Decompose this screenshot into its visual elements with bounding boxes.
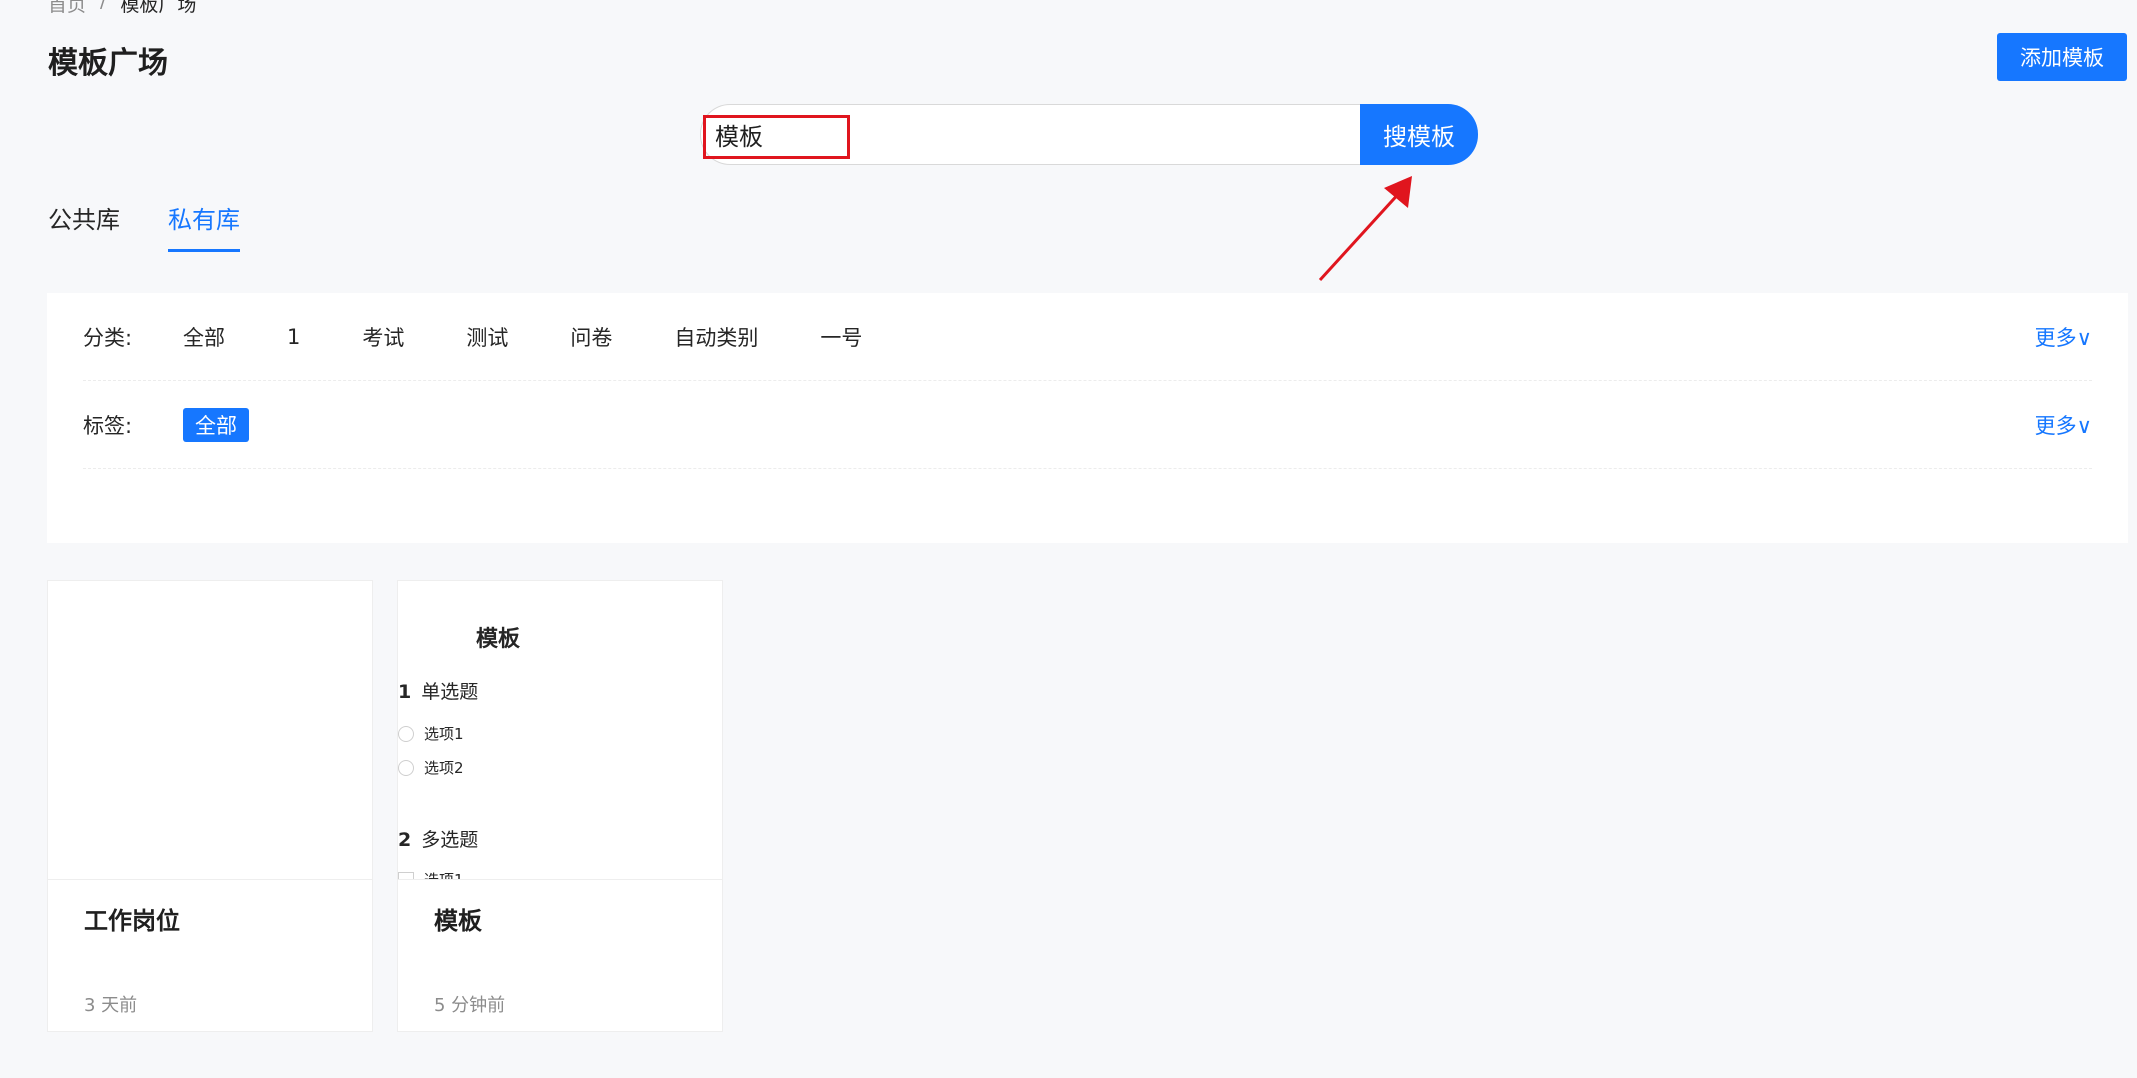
card-title: 模板: [434, 907, 482, 935]
checkbox-icon: [398, 871, 414, 879]
preview-option: 选项1: [398, 869, 464, 880]
breadcrumb-separator: /: [100, 0, 107, 12]
preview-option: 选项1: [398, 723, 464, 744]
category-item-all[interactable]: 全部: [183, 322, 225, 352]
card-preview: 模板 1 单选题 选项1 选项2 2 多选题 选项1: [398, 581, 722, 880]
template-card[interactable]: 模板 1 单选题 选项1 选项2 2 多选题 选项1 模板 5 分钟前: [397, 580, 723, 1032]
search-input[interactable]: [700, 104, 1360, 165]
category-item-exam[interactable]: 考试: [362, 322, 404, 352]
search-button[interactable]: 搜模板: [1360, 104, 1478, 165]
category-label: 分类:: [83, 325, 133, 350]
tag-filter-row: 标签: 全部 更多∨: [83, 381, 2092, 469]
category-item-questionnaire[interactable]: 问卷: [570, 322, 612, 352]
preview-option: 选项2: [398, 757, 464, 778]
card-time: 5 分钟前: [434, 995, 506, 1016]
filter-panel: 分类: 全部 1 考试 测试 问卷 自动类别 一号 更多∨ 标签: 全部 更多∨: [47, 293, 2128, 543]
tag-label: 标签:: [83, 413, 133, 438]
breadcrumb-home[interactable]: 首页: [48, 0, 86, 17]
card-title: 工作岗位: [84, 907, 180, 935]
breadcrumb-current: 模板广场: [120, 0, 197, 16]
preview-question-1: 1 单选题: [398, 677, 478, 704]
tab-private-library[interactable]: 私有库: [168, 200, 240, 252]
category-item-auto[interactable]: 自动类别: [674, 322, 758, 352]
category-item-number-one[interactable]: 一号: [820, 322, 862, 352]
preview-question-number: 1: [398, 681, 412, 703]
category-item-1[interactable]: 1: [287, 325, 300, 349]
template-card[interactable]: 工作岗位 3 天前: [47, 580, 373, 1032]
preview-option-label: 选项2: [424, 759, 464, 777]
annotation-arrow-icon: [1318, 176, 1412, 282]
preview-question-text: 单选题: [421, 681, 479, 703]
category-filter-row: 分类: 全部 1 考试 测试 问卷 自动类别 一号 更多∨: [83, 293, 2092, 381]
library-tabs: 公共库 私有库: [48, 200, 240, 252]
category-more-link[interactable]: 更多∨: [2035, 322, 2092, 352]
preview-title: 模板: [476, 627, 521, 652]
preview-option-label: 选项1: [424, 725, 464, 743]
page-title: 模板广场: [48, 46, 168, 81]
tag-item-all[interactable]: 全部: [183, 407, 249, 442]
preview-question-2: 2 多选题: [398, 825, 478, 852]
search-bar: 搜模板: [700, 104, 1478, 165]
preview-option-label: 选项1: [424, 871, 464, 880]
radio-icon: [398, 759, 414, 776]
preview-question-text: 多选题: [421, 829, 479, 851]
card-preview: [48, 581, 372, 880]
tag-more-link[interactable]: 更多∨: [2035, 410, 2092, 440]
category-item-test[interactable]: 测试: [466, 322, 508, 352]
preview-question-number: 2: [398, 829, 412, 851]
tab-public-library[interactable]: 公共库: [48, 200, 120, 252]
breadcrumb: 首页 / 模板广场: [48, 0, 196, 17]
card-time: 3 天前: [84, 995, 138, 1016]
radio-icon: [398, 725, 414, 742]
add-template-button[interactable]: 添加模板: [1997, 33, 2127, 81]
